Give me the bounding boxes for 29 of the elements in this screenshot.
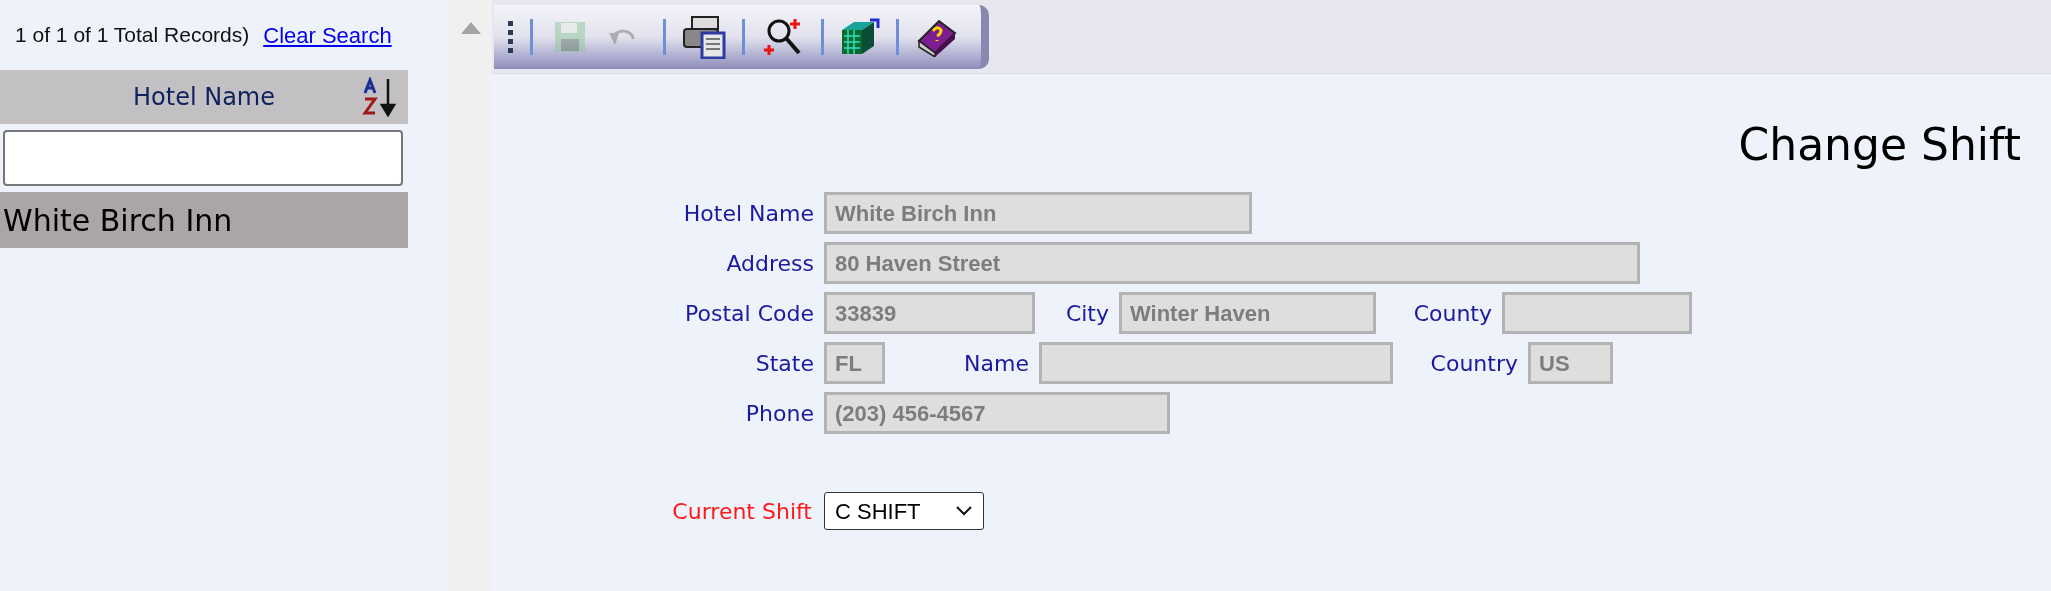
scrollbar[interactable]	[450, 0, 492, 591]
field-label: Address	[725, 249, 815, 278]
field-value: 33839	[835, 299, 897, 328]
chevron-down-icon	[955, 505, 973, 517]
field-label: State	[754, 349, 815, 378]
field-label: Name	[963, 349, 1030, 378]
printer-icon[interactable]	[682, 14, 726, 59]
field-value: Winter Haven	[1130, 299, 1271, 328]
clear-search-link[interactable]: Clear Search	[263, 18, 392, 52]
shift-dropdown[interactable]: C SHIFT	[824, 492, 984, 530]
page-title: Change Shift	[1738, 118, 2021, 172]
field-value: White Birch Inn	[835, 199, 997, 228]
field-label: City	[1064, 299, 1110, 328]
field-value: FL	[835, 349, 862, 378]
field-label: County	[1412, 299, 1493, 328]
search-field[interactable]	[3, 130, 403, 186]
field-label: Hotel Name	[682, 199, 815, 228]
column-header[interactable]: Hotel Name	[0, 70, 408, 124]
field-label: Postal Code	[684, 299, 815, 328]
cube-grid-icon[interactable]	[840, 17, 880, 56]
field-value: (203) 456-4567	[835, 399, 986, 428]
field-value: US	[1539, 349, 1570, 378]
record-count: 1 of 1 of 1 Total Records)	[15, 22, 250, 49]
list-item[interactable]: White Birch Inn	[0, 192, 408, 248]
field-label: Country	[1429, 349, 1519, 378]
field-label: Phone	[744, 399, 815, 428]
grip-handle-icon[interactable]	[508, 18, 514, 55]
field-value: 80 Haven Street	[835, 249, 1001, 278]
field-label: Current Shift	[671, 497, 813, 526]
